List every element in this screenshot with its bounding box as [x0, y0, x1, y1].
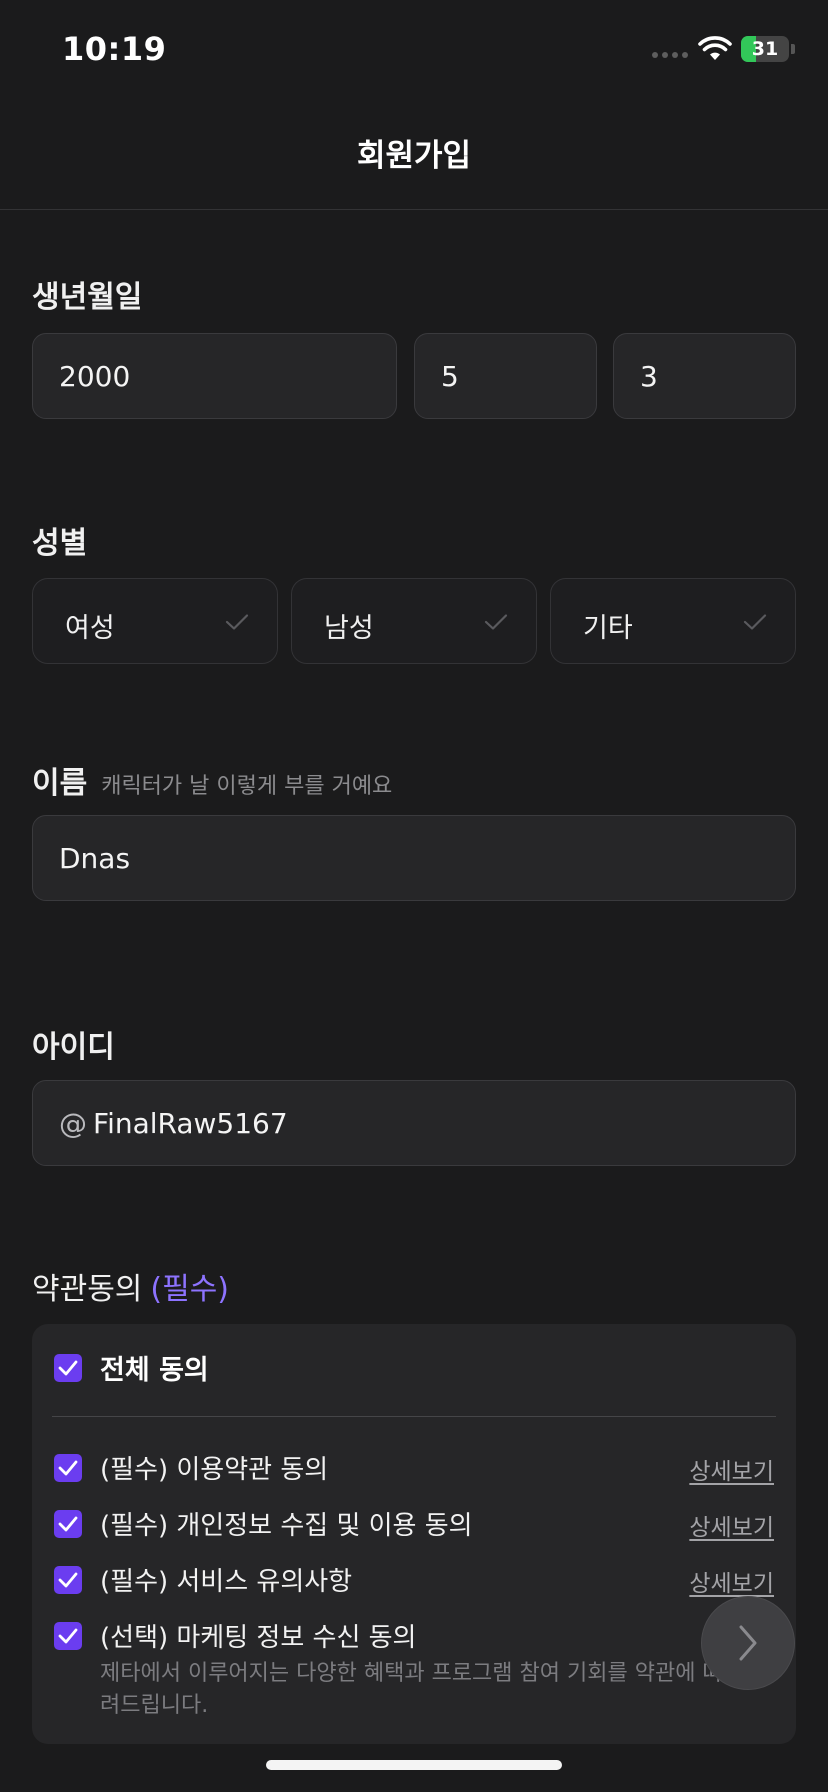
cellular-signal-icon — [652, 52, 688, 58]
name-label-text: 이름 — [32, 766, 88, 801]
at-prefix: @ — [59, 1106, 87, 1140]
service-notice-label[interactable]: (필수) 서비스 유의사항 — [100, 1561, 352, 1598]
checkmark-icon — [58, 1360, 78, 1376]
privacy-detail-link[interactable]: 상세보기 — [689, 1508, 774, 1542]
checkmark-icon — [225, 614, 249, 630]
service-notice-checkbox[interactable] — [54, 1566, 82, 1594]
name-hint: 캐릭터가 날 이렇게 부를 거예요 — [101, 774, 393, 799]
agree-all-checkbox[interactable] — [54, 1354, 82, 1382]
birth-month-value: 5 — [441, 359, 459, 393]
birth-month-input[interactable]: 5 — [414, 333, 597, 419]
gender-option-female[interactable]: 여성 — [32, 578, 278, 664]
marketing-checkbox[interactable] — [54, 1622, 82, 1650]
terms-of-use-detail-link[interactable]: 상세보기 — [689, 1452, 774, 1486]
checkmark-icon — [743, 614, 767, 630]
nav-header: 회원가입 — [0, 100, 828, 210]
terms-divider — [52, 1416, 776, 1417]
checkmark-icon — [484, 614, 508, 630]
service-notice-detail-link[interactable]: 상세보기 — [689, 1564, 774, 1598]
home-indicator — [266, 1760, 562, 1770]
terms-title-text: 약관동의 — [32, 1272, 143, 1307]
battery-level: 31 — [751, 38, 779, 60]
battery-icon: 31 — [741, 36, 789, 62]
birth-day-input[interactable]: 3 — [613, 333, 796, 419]
status-time: 10:19 — [62, 30, 167, 68]
gender-label: 성별 — [32, 526, 88, 561]
terms-required-tag: (필수) — [150, 1272, 230, 1307]
status-bar: 10:19 31 — [0, 0, 828, 100]
marketing-description: 제타에서 이루어지는 다양한 혜택과 프로그램 참여 기회를 약관에 따려드립니… — [100, 1661, 723, 1718]
birthdate-label: 생년월일 — [32, 280, 143, 315]
name-value: Dnas — [59, 841, 131, 875]
userid-value: FinalRaw5167 — [93, 1106, 288, 1140]
privacy-checkbox[interactable] — [54, 1510, 82, 1538]
terms-box: 전체 동의 (필수) 이용약관 동의 상세보기 (필수) 개인정보 수집 및 이… — [32, 1324, 796, 1744]
checkmark-icon — [58, 1572, 78, 1588]
wifi-icon — [698, 36, 732, 60]
page-title: 회원가입 — [356, 138, 472, 174]
chevron-right-icon — [739, 1625, 757, 1661]
birth-year-value: 2000 — [59, 359, 131, 393]
marketing-label[interactable]: (선택) 마케팅 정보 수신 동의 — [100, 1617, 416, 1654]
terms-title: 약관동의 (필수) — [32, 1264, 229, 1308]
userid-label: 아이디 — [32, 1030, 115, 1065]
birth-day-value: 3 — [640, 359, 658, 393]
name-label: 이름 캐릭터가 날 이렇게 부를 거예요 — [32, 758, 392, 802]
birth-year-input[interactable]: 2000 — [32, 333, 397, 419]
battery-cap — [791, 44, 795, 54]
next-button[interactable] — [701, 1596, 795, 1690]
checkmark-icon — [58, 1628, 78, 1644]
userid-input[interactable]: @ FinalRaw5167 — [32, 1080, 796, 1166]
checkmark-icon — [58, 1460, 78, 1476]
checkmark-icon — [58, 1516, 78, 1532]
terms-of-use-label[interactable]: (필수) 이용약관 동의 — [100, 1449, 328, 1486]
gender-option-male[interactable]: 남성 — [291, 578, 537, 664]
gender-option-label: 기타 — [583, 613, 633, 644]
name-input[interactable]: Dnas — [32, 815, 796, 901]
gender-option-other[interactable]: 기타 — [550, 578, 796, 664]
gender-option-label: 여성 — [65, 613, 115, 644]
terms-of-use-checkbox[interactable] — [54, 1454, 82, 1482]
privacy-label[interactable]: (필수) 개인정보 수집 및 이용 동의 — [100, 1505, 473, 1542]
agree-all-label[interactable]: 전체 동의 — [100, 1348, 209, 1387]
gender-option-label: 남성 — [324, 613, 374, 644]
